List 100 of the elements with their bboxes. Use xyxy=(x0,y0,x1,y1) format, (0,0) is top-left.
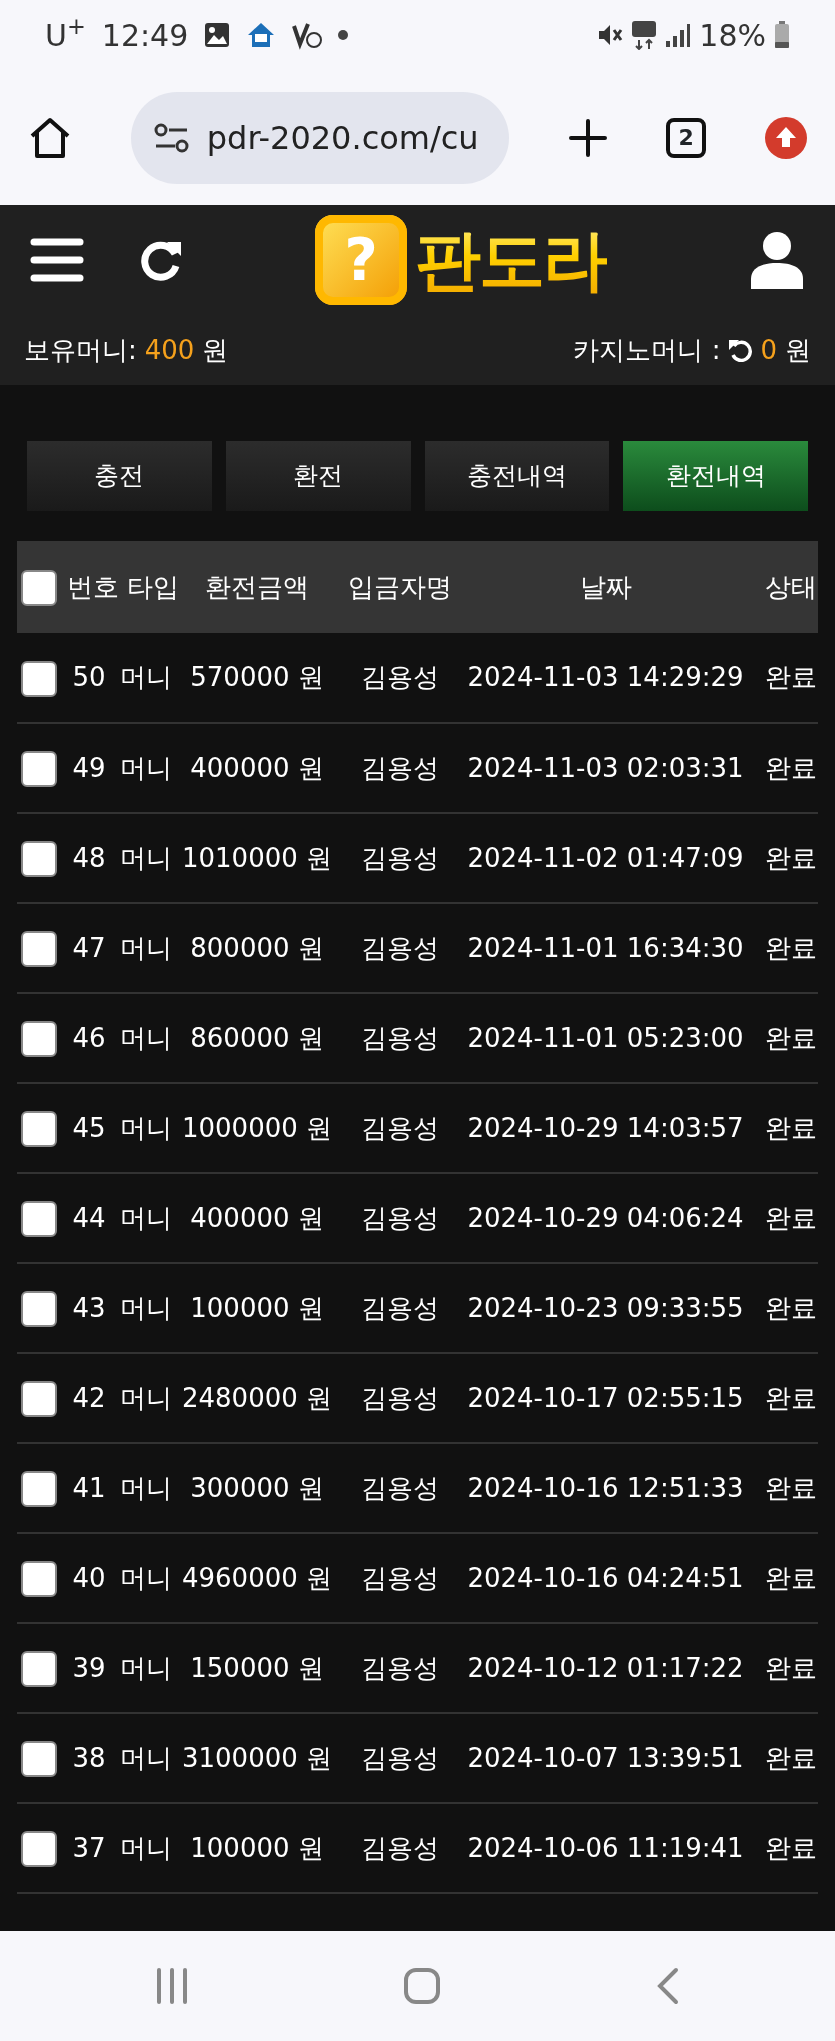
tab[interactable]: 충전내역 xyxy=(424,441,610,511)
table-cell: 김용성 xyxy=(361,842,439,873)
checkbox[interactable] xyxy=(21,931,57,967)
home-icon[interactable] xyxy=(28,115,72,160)
table-cell: 완료 xyxy=(765,752,817,783)
logo[interactable]: ? 판도라 xyxy=(315,210,607,310)
new-tab-icon[interactable] xyxy=(567,117,608,158)
column-header: 번호 타입 xyxy=(67,571,180,602)
recent-apps-icon[interactable] xyxy=(155,1966,190,2006)
table-cell: 머니 xyxy=(120,1562,172,1593)
network-icon xyxy=(631,20,658,50)
user-icon[interactable] xyxy=(749,231,805,289)
signal-icon xyxy=(665,22,692,48)
table-cell: 김용성 xyxy=(361,932,439,963)
table-cell: 400000 원 xyxy=(190,1202,324,1233)
table-cell: 42 xyxy=(72,1382,106,1413)
table-cell: 2024-11-02 01:47:09 xyxy=(467,842,744,873)
table-cell: 완료 xyxy=(765,932,817,963)
table-cell: 2024-11-03 14:29:29 xyxy=(467,662,744,692)
checkbox[interactable] xyxy=(21,660,57,697)
money-label: 보유머니: xyxy=(24,333,137,367)
checkbox[interactable] xyxy=(21,570,57,606)
table-cell: 40 xyxy=(72,1562,106,1593)
battery-percent: 18% xyxy=(699,16,766,55)
url-text: pdr-2020.com/cu xyxy=(206,117,479,159)
table-cell: 김용성 xyxy=(361,1652,439,1683)
table-cell: 2480000 원 xyxy=(182,1382,333,1413)
table-cell: 47 xyxy=(72,932,106,963)
table-cell: 2024-10-06 11:19:41 xyxy=(467,1832,744,1863)
column-header: 상태 xyxy=(765,571,817,602)
table-cell: 46 xyxy=(72,1022,106,1053)
table-cell: 김용성 xyxy=(361,1022,439,1053)
table-cell: 김용성 xyxy=(361,1382,439,1413)
logo-badge: ? xyxy=(315,215,407,305)
tab[interactable]: 충전 xyxy=(27,441,212,511)
table-cell: 43 xyxy=(72,1292,106,1323)
checkbox[interactable] xyxy=(21,841,57,877)
table-cell: 머니 xyxy=(120,662,172,692)
notification-icon xyxy=(292,20,323,50)
dot-icon xyxy=(338,30,349,40)
table-cell: 2024-10-23 09:33:55 xyxy=(467,1292,744,1323)
table-cell: 49 xyxy=(72,752,106,783)
checkbox[interactable] xyxy=(21,1741,57,1777)
table-cell: 41 xyxy=(72,1472,106,1503)
table-cell: 머니 xyxy=(120,842,172,873)
upload-icon[interactable] xyxy=(765,116,807,159)
checkbox[interactable] xyxy=(21,1291,57,1327)
table-cell: 머니 xyxy=(120,932,172,963)
table-cell: 머니 xyxy=(120,1832,172,1863)
checkbox[interactable] xyxy=(21,1381,57,1417)
site-settings-icon[interactable] xyxy=(152,121,191,154)
table-cell: 완료 xyxy=(765,1382,817,1413)
column-header: 날짜 xyxy=(579,571,632,602)
table-cell: 150000 원 xyxy=(190,1652,324,1683)
checkbox[interactable] xyxy=(21,1021,57,1057)
table-cell: 860000 원 xyxy=(190,1022,324,1053)
table-cell: 400000 원 xyxy=(190,752,324,783)
table-cell: 완료 xyxy=(765,842,817,873)
table-cell: 570000 원 xyxy=(190,662,324,692)
address-bar[interactable]: pdr-2020.com/cu xyxy=(130,91,509,184)
checkbox[interactable] xyxy=(21,1651,57,1687)
table-cell: 김용성 xyxy=(361,662,439,692)
table-cell: 완료 xyxy=(765,1472,817,1503)
tab[interactable]: 환전 xyxy=(225,441,411,511)
checkbox[interactable] xyxy=(21,1831,57,1867)
table-cell: 100000 원 xyxy=(190,1292,324,1323)
table-cell: 2024-10-16 12:51:33 xyxy=(467,1472,744,1503)
back-icon[interactable] xyxy=(655,1966,680,2006)
checkbox[interactable] xyxy=(21,1201,57,1237)
table-cell: 머니 xyxy=(120,752,172,783)
checkbox[interactable] xyxy=(21,1561,57,1597)
menu-icon[interactable] xyxy=(30,237,84,283)
table-cell: 완료 xyxy=(765,1652,817,1683)
table-cell: 김용성 xyxy=(361,1562,439,1593)
table-cell: 머니 xyxy=(120,1472,172,1503)
table-cell: 완료 xyxy=(765,1112,817,1143)
table-cell: 2024-10-16 04:24:51 xyxy=(467,1562,744,1593)
table-cell: 완료 xyxy=(765,1202,817,1233)
checkbox[interactable] xyxy=(21,751,57,787)
table-cell: 머니 xyxy=(120,1382,172,1413)
table-cell: 머니 xyxy=(120,1652,172,1683)
table-cell: 김용성 xyxy=(361,1202,439,1233)
battery-icon xyxy=(774,21,790,49)
money-value: 400 xyxy=(144,333,195,367)
table-cell: 4960000 원 xyxy=(182,1562,333,1593)
table-cell: 2024-10-29 04:06:24 xyxy=(467,1202,744,1233)
table-cell: 완료 xyxy=(765,662,817,692)
table-cell: 37 xyxy=(72,1832,106,1863)
clock-text: 12:49 xyxy=(101,16,189,55)
tab[interactable]: 환전내역 xyxy=(623,441,808,511)
table-cell: 48 xyxy=(72,842,106,873)
column-header: 환전금액 xyxy=(205,571,309,602)
checkbox[interactable] xyxy=(21,1111,57,1147)
refresh-icon[interactable] xyxy=(728,338,753,362)
table-cell: 2024-10-12 01:17:22 xyxy=(467,1652,744,1683)
tab-count-button[interactable]: 2 xyxy=(666,117,707,158)
checkbox[interactable] xyxy=(21,1471,57,1507)
table-cell: 김용성 xyxy=(361,1472,439,1503)
table-cell: 김용성 xyxy=(361,1742,439,1773)
table-cell: 39 xyxy=(72,1652,106,1683)
